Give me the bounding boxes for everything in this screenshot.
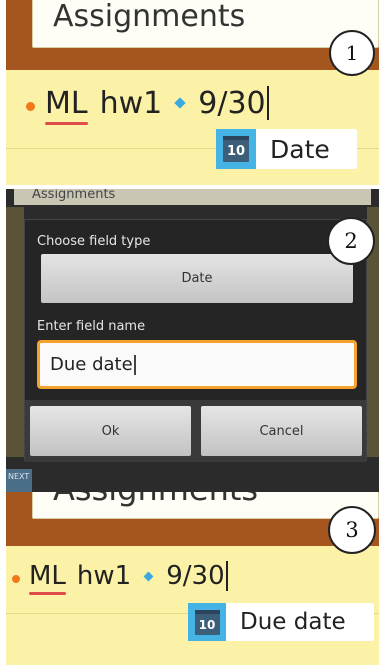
background-notebook-title: Assignments — [14, 189, 371, 205]
page-title: Assignments — [53, 0, 246, 34]
field-name-input[interactable]: Due date — [37, 340, 357, 389]
field-type-label: Date — [270, 134, 330, 164]
note-date-value[interactable]: 9/30 — [198, 86, 265, 121]
cancel-button[interactable]: Cancel — [201, 406, 362, 456]
note-word-misspelled[interactable]: ML — [45, 86, 88, 125]
background-paper-edge — [6, 207, 24, 457]
text-cursor — [133, 354, 136, 375]
next-button[interactable]: NEXT — [6, 469, 32, 492]
page-title: Assignments — [53, 492, 258, 508]
note-date-value[interactable]: 9/30 — [166, 561, 224, 591]
field-chip[interactable]: 10 Due date — [188, 603, 374, 641]
step-number-badge: 2 — [327, 217, 375, 265]
field-type-selector[interactable]: Date — [41, 254, 353, 303]
field-name-heading: Enter field name — [37, 319, 146, 334]
notebook-title-card: Assignments — [32, 492, 379, 519]
text-cursor — [266, 86, 269, 120]
field-type-heading: Choose field type — [37, 234, 151, 249]
bullet-icon — [26, 101, 35, 111]
note-word: hw1 — [99, 85, 163, 121]
dialog-button-bar: Ok Cancel — [25, 400, 366, 462]
calendar-icon: 10 — [188, 603, 226, 641]
note-line[interactable]: ML hw1 9/30 — [6, 83, 379, 125]
step-number-badge: 3 — [328, 506, 376, 554]
field-chip[interactable]: 10 Date — [216, 129, 357, 169]
text-cursor — [225, 561, 228, 591]
step-number-badge: 1 — [329, 30, 375, 76]
note-word-misspelled[interactable]: ML — [29, 561, 66, 595]
note-line[interactable]: ML hw1 9/30 — [6, 556, 379, 596]
notebook-title-card: Assignments — [32, 0, 379, 48]
ok-button[interactable]: Ok — [30, 406, 191, 456]
panel-step-2: Assignments Choose field type Date Enter… — [6, 189, 379, 492]
field-type-label: Due date — [240, 609, 346, 635]
calendar-icon: 10 — [216, 129, 256, 169]
bullet-icon — [12, 575, 20, 583]
field-name-value: Due date — [50, 354, 133, 375]
panel-step-1: Assignments ML hw1 9/30 10 Date 1 — [6, 0, 379, 185]
field-marker-icon[interactable] — [174, 97, 186, 109]
note-word: hw1 — [76, 561, 132, 591]
field-marker-icon[interactable] — [143, 571, 154, 581]
panel-step-3: Assignments ML hw1 9/30 10 Due date 3 — [6, 492, 379, 665]
add-field-dialog: Choose field type Date Enter field name … — [24, 219, 367, 462]
